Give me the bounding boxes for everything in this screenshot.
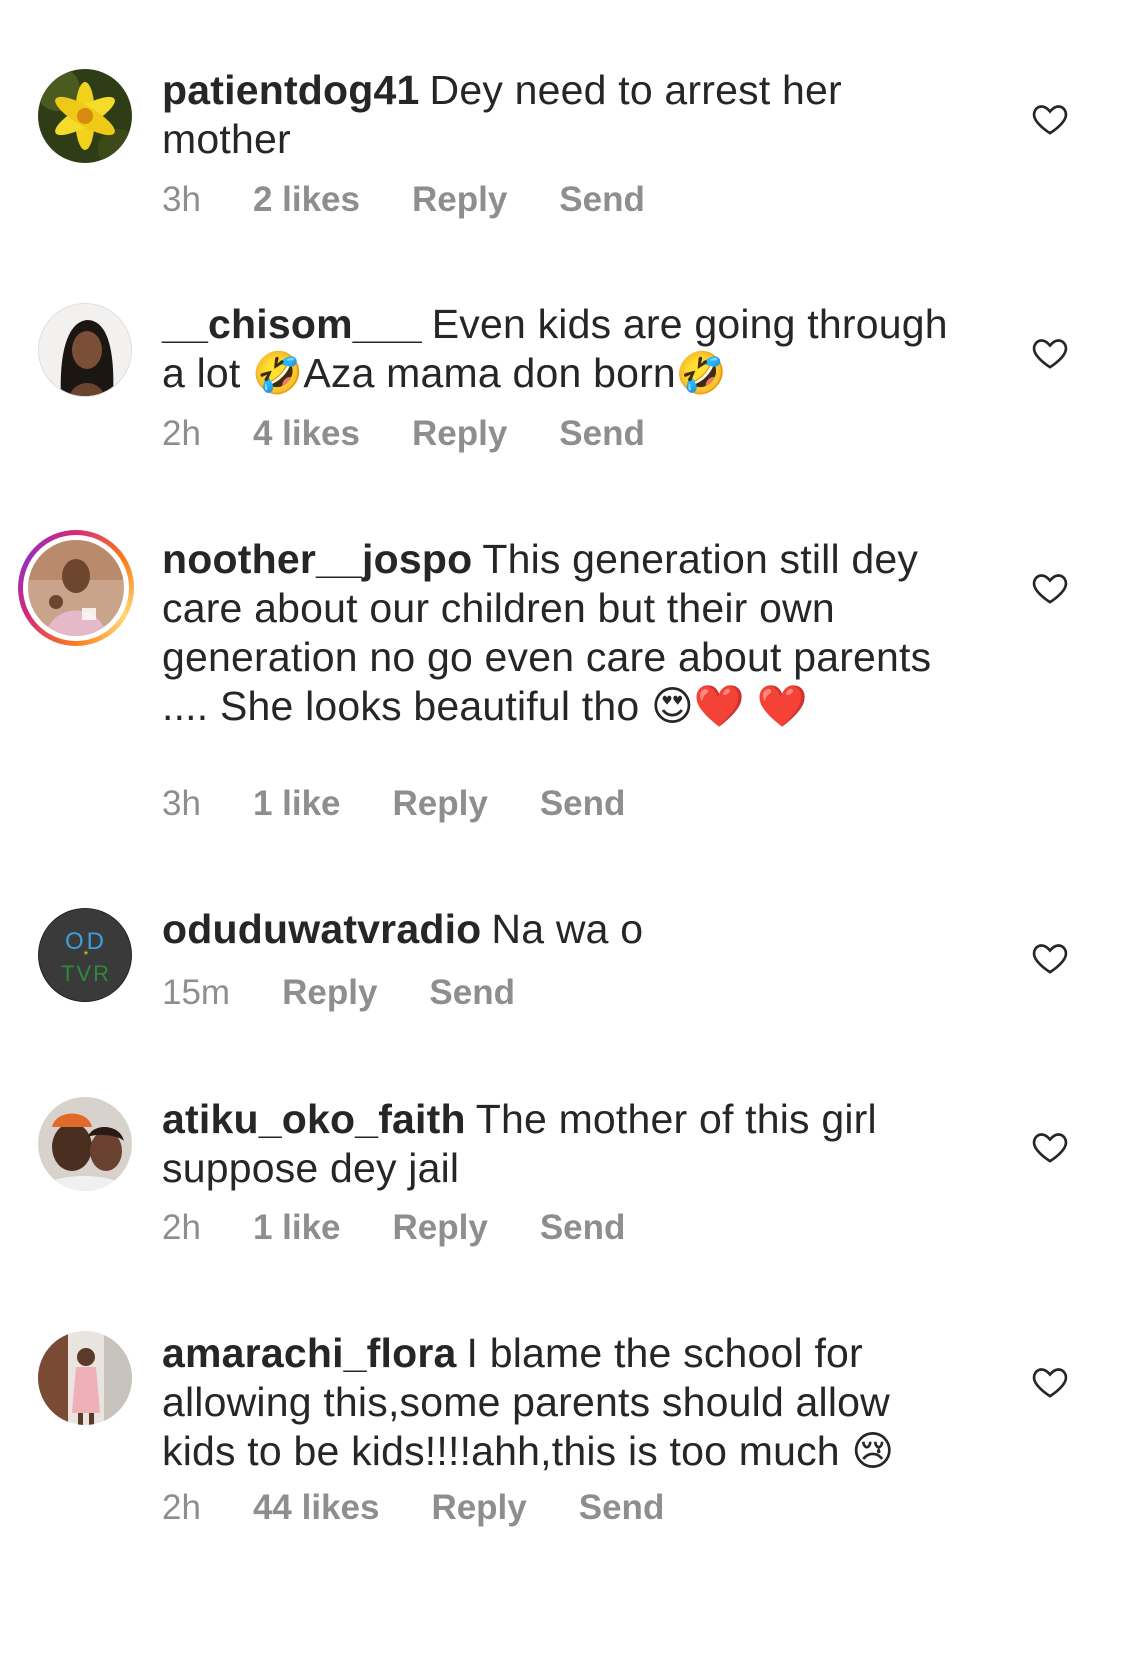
- man-photo-avatar-icon: [28, 540, 124, 636]
- comment-body: noother__jospo This generation still dey …: [162, 535, 962, 731]
- avatar[interactable]: [38, 1097, 132, 1191]
- avatar-story-ring[interactable]: [18, 530, 134, 646]
- avatar[interactable]: [38, 303, 132, 397]
- comment-meta: 3h 2 likes Reply Send: [162, 180, 697, 220]
- woman-portrait-avatar-icon: [39, 304, 131, 396]
- send-button[interactable]: Send: [429, 973, 515, 1013]
- send-button[interactable]: Send: [540, 1208, 626, 1248]
- comment-time: 3h: [162, 784, 201, 823]
- reply-button[interactable]: Reply: [431, 1488, 526, 1528]
- reply-button[interactable]: Reply: [412, 414, 507, 454]
- comment-meta: 3h 1 like Reply Send: [162, 784, 677, 824]
- heart-icon[interactable]: [1030, 568, 1070, 608]
- comment-meta: 2h 4 likes Reply Send: [162, 414, 697, 454]
- svg-text:*: *: [84, 948, 89, 962]
- send-button[interactable]: Send: [579, 1488, 665, 1528]
- reply-button[interactable]: Reply: [282, 973, 377, 1013]
- likes-count[interactable]: 44 likes: [253, 1488, 380, 1528]
- likes-count[interactable]: 1 like: [253, 1208, 341, 1248]
- comment-username[interactable]: __chisom___: [162, 301, 422, 347]
- send-button[interactable]: Send: [559, 180, 645, 220]
- reply-button[interactable]: Reply: [412, 180, 507, 220]
- logo-text-bottom: TVR: [61, 961, 111, 986]
- send-button[interactable]: Send: [540, 784, 626, 824]
- reply-button[interactable]: Reply: [393, 1208, 488, 1248]
- comment-time: 3h: [162, 180, 201, 219]
- comment-username[interactable]: amarachi_flora: [162, 1330, 457, 1376]
- send-button[interactable]: Send: [559, 414, 645, 454]
- comment-body: amarachi_flora I blame the school for all…: [162, 1329, 962, 1476]
- heart-icon[interactable]: [1030, 1127, 1070, 1167]
- comment-username[interactable]: patientdog41: [162, 67, 420, 113]
- comment-meta: 2h 1 like Reply Send: [162, 1208, 677, 1248]
- comment-username[interactable]: oduduwatvradio: [162, 906, 481, 952]
- odtvr-logo-avatar-icon: OD * TVR: [39, 909, 131, 1001]
- avatar[interactable]: [38, 1331, 132, 1425]
- comment-username[interactable]: noother__jospo: [162, 536, 472, 582]
- comment-meta: 2h 44 likes Reply Send: [162, 1488, 716, 1528]
- comment-meta: 15m Reply Send: [162, 973, 567, 1013]
- avatar[interactable]: OD * TVR: [38, 908, 132, 1002]
- heart-icon[interactable]: [1030, 99, 1070, 139]
- comment-username[interactable]: atiku_oko_faith: [162, 1096, 466, 1142]
- reply-button[interactable]: Reply: [393, 784, 488, 824]
- heart-icon[interactable]: [1030, 333, 1070, 373]
- avatar[interactable]: [38, 69, 132, 163]
- heart-icon[interactable]: [1030, 1362, 1070, 1402]
- comment-body: patientdog41 Dey need to arrest her mothe…: [162, 66, 962, 164]
- likes-count[interactable]: 2 likes: [253, 180, 360, 220]
- comment-body: atiku_oko_faith The mother of this girl s…: [162, 1095, 962, 1193]
- comment-time: 15m: [162, 973, 231, 1012]
- couple-selfie-avatar-icon: [38, 1097, 132, 1191]
- comment-time: 2h: [162, 1208, 201, 1247]
- likes-count[interactable]: 1 like: [253, 784, 341, 824]
- yellow-lily-avatar-icon: [38, 69, 132, 163]
- likes-count[interactable]: 4 likes: [253, 414, 360, 454]
- comment-time: 2h: [162, 414, 201, 453]
- comment-text: Na wa o: [491, 906, 644, 952]
- comment-body: oduduwatvradio Na wa o: [162, 905, 962, 954]
- woman-standing-avatar-icon: [38, 1331, 132, 1425]
- comment-time: 2h: [162, 1488, 201, 1527]
- comment-body: __chisom___ Even kids are going through a…: [162, 300, 962, 398]
- heart-icon[interactable]: [1030, 938, 1070, 978]
